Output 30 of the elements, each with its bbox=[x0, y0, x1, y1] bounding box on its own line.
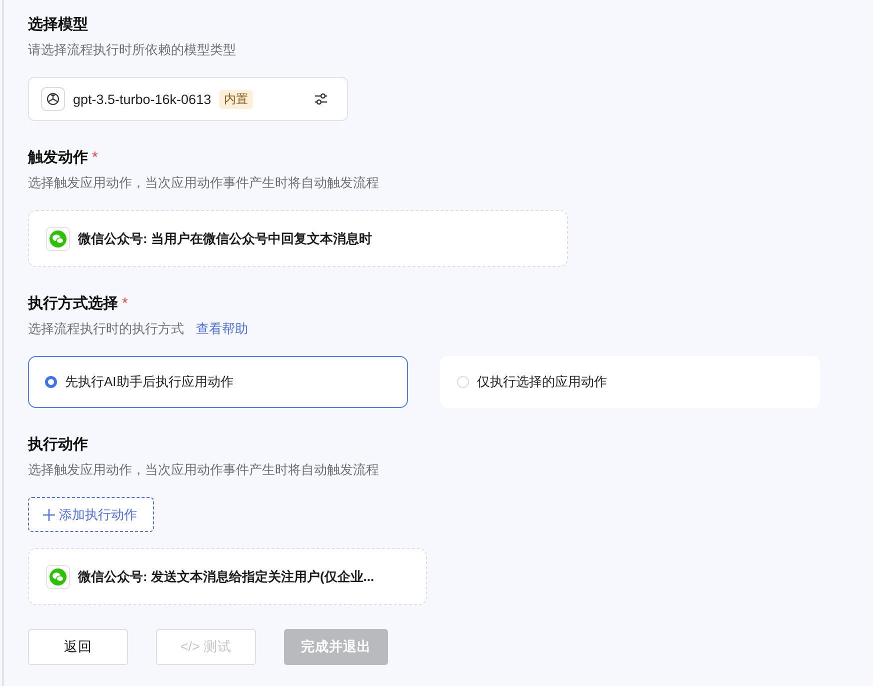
model-tag: 内置 bbox=[219, 90, 254, 108]
plus-icon bbox=[43, 508, 55, 520]
section-title: 执行动作 bbox=[28, 435, 88, 455]
section-description: 选择流程执行时的执行方式 bbox=[28, 320, 184, 338]
app-card[interactable]: 微信公众号: 当用户在微信公众号中回复文本消息时 bbox=[28, 210, 568, 267]
add-action-button[interactable]: 添加执行动作 bbox=[28, 497, 154, 532]
settings-icon[interactable] bbox=[313, 91, 329, 107]
app-action-label: 微信公众号: 发送文本消息给指定关注用户(仅企业... bbox=[78, 568, 374, 586]
required-asterisk: * bbox=[92, 148, 98, 168]
section-title: 执行方式选择 bbox=[28, 294, 118, 314]
section-description: 选择触发应用动作，当次应用动作事件产生时将自动触发流程 bbox=[28, 461, 379, 479]
model-name: gpt-3.5-turbo-16k-0613 bbox=[73, 92, 212, 106]
app-action-label: 微信公众号: 当用户在微信公众号中回复文本消息时 bbox=[78, 230, 372, 248]
app-card[interactable]: 微信公众号: 发送文本消息给指定关注用户(仅企业... bbox=[28, 548, 427, 605]
section-description: 请选择流程执行时所依赖的模型类型 bbox=[28, 41, 236, 59]
help-link[interactable]: 查看帮助 bbox=[196, 320, 248, 338]
radio-button[interactable] bbox=[45, 376, 57, 388]
model-selector[interactable]: gpt-3.5-turbo-16k-0613 内置 bbox=[28, 77, 348, 121]
radio-label: 先执行AI助手后执行应用动作 bbox=[65, 373, 234, 391]
section-title: 触发动作 bbox=[28, 148, 88, 168]
knot-logo-icon bbox=[41, 87, 65, 111]
chat-bubbles-icon bbox=[46, 226, 70, 250]
radio-option[interactable]: 仅执行选择的应用动作 bbox=[440, 356, 820, 408]
section-title: 选择模型 bbox=[28, 15, 88, 35]
section-description: 选择触发应用动作，当次应用动作事件产生时将自动触发流程 bbox=[28, 174, 379, 192]
chat-bubbles-icon bbox=[46, 564, 70, 588]
radio-option[interactable]: 先执行AI助手后执行应用动作 bbox=[28, 356, 408, 408]
radio-label: 仅执行选择的应用动作 bbox=[477, 373, 607, 391]
footer-button[interactable]: 返回 bbox=[28, 629, 128, 665]
required-asterisk: * bbox=[122, 294, 128, 314]
